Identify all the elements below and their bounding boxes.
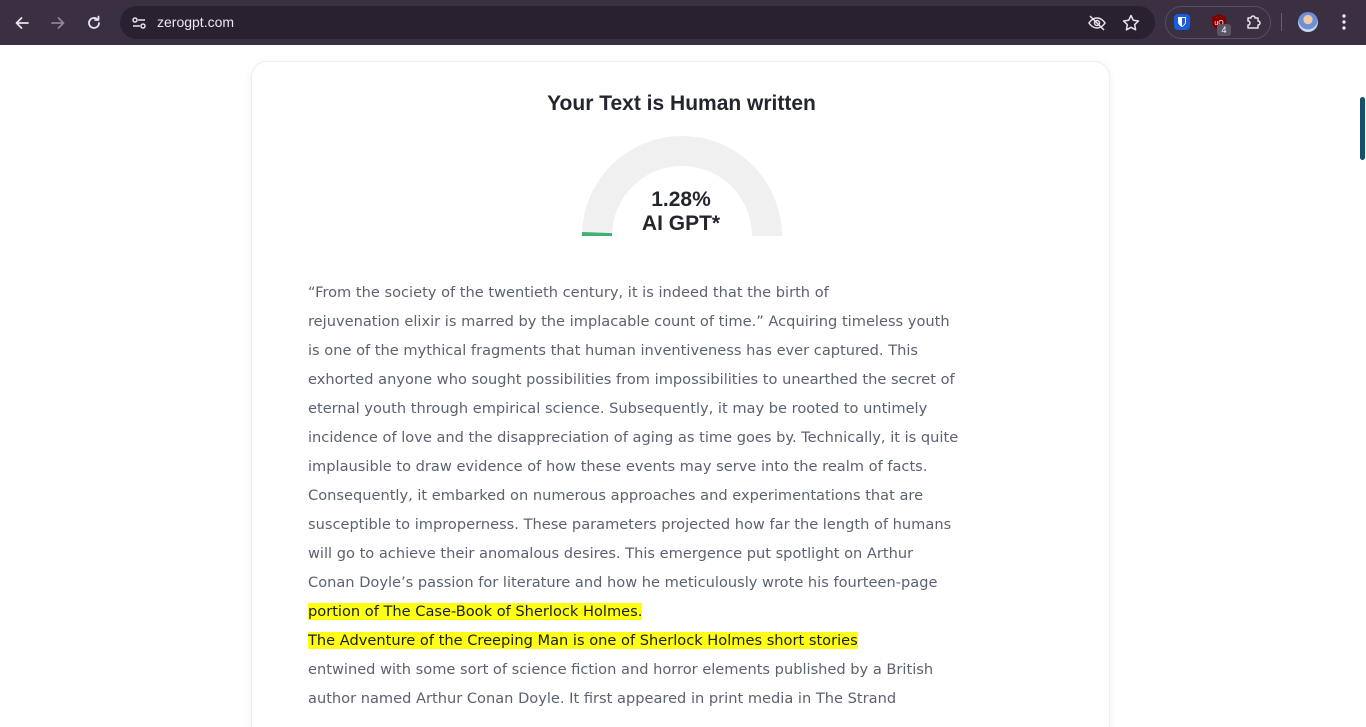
url-text[interactable]: zerogpt.com <box>157 14 234 30</box>
extensions-puzzle-icon[interactable] <box>1244 12 1264 32</box>
ai-highlighted-sentence: portion of The Case-Book of Sherlock Hol… <box>308 603 643 620</box>
toolbar-divider <box>1281 13 1282 31</box>
text-segment: Conan Doyle’s passion for literature and… <box>308 574 938 591</box>
browser-toolbar: zerogpt.com uO 4 <box>0 0 1366 45</box>
profile-avatar[interactable] <box>1298 12 1318 32</box>
text-segment: Consequently, it embarked on numerous ap… <box>308 487 924 504</box>
text-segment: entwined with some sort of science ficti… <box>308 661 934 678</box>
result-card: Your Text is Human written 1.28% AI GPT*… <box>251 61 1110 727</box>
analyzed-line: exhorted anyone who sought possibilities… <box>308 365 955 394</box>
text-segment: implausible to draw evidence of how thes… <box>308 458 928 475</box>
analyzed-line: The Adventure of the Creeping Man is one… <box>308 626 948 655</box>
analyzed-line: Consequently, it embarked on numerous ap… <box>308 481 948 510</box>
bitwarden-extension-icon[interactable] <box>1172 12 1192 32</box>
analyzed-line: will go to achieve their anomalous desir… <box>308 539 948 568</box>
result-title: Your Text is Human written <box>547 92 816 115</box>
ai-score-label: AI GPT* <box>641 212 721 235</box>
page-scrollbar[interactable] <box>1360 97 1365 160</box>
ai-score-percent: 1.28% <box>651 188 711 211</box>
analyzed-line: implausible to draw evidence of how thes… <box>308 452 948 481</box>
text-segment: author named Arthur Conan Doyle. It firs… <box>308 690 897 707</box>
text-segment: is one of the mythical fragments that hu… <box>308 342 919 359</box>
analyzed-line: portion of The Case-Book of Sherlock Hol… <box>308 597 948 626</box>
reload-icon[interactable] <box>80 9 108 37</box>
text-segment: exhorted anyone who sought possibilities… <box>308 371 955 388</box>
analyzed-line: “From the society of the twentieth centu… <box>308 278 948 307</box>
bookmark-star-icon[interactable] <box>1120 12 1142 34</box>
text-segment: susceptible to improperness. These param… <box>308 516 952 533</box>
analyzed-line: entwined with some sort of science ficti… <box>308 655 948 684</box>
site-info-icon[interactable] <box>128 12 150 34</box>
analyzed-line: incidence of love and the disappreciatio… <box>308 423 958 452</box>
ublock-badge: 4 <box>1217 24 1231 36</box>
menu-kebab-icon[interactable] <box>1334 12 1354 32</box>
text-segment: “From the society of the twentieth centu… <box>308 284 829 301</box>
analyzed-line: Conan Doyle’s passion for literature and… <box>308 568 948 597</box>
analyzed-text: “From the society of the twentieth centu… <box>308 278 958 713</box>
analyzed-line: is one of the mythical fragments that hu… <box>308 336 948 365</box>
analyzed-line: eternal youth through empirical science.… <box>308 394 948 423</box>
back-icon[interactable] <box>8 9 36 37</box>
text-segment: eternal youth through empirical science.… <box>308 400 928 417</box>
analyzed-line: author named Arthur Conan Doyle. It firs… <box>308 684 948 713</box>
analyzed-line: susceptible to improperness. These param… <box>308 510 952 539</box>
tracking-hidden-icon[interactable] <box>1086 12 1108 34</box>
text-segment: rejuvenation elixir is marred by the imp… <box>308 313 950 330</box>
text-segment: will go to achieve their anomalous desir… <box>308 545 914 562</box>
text-segment: incidence of love and the disappreciatio… <box>308 429 959 446</box>
analyzed-line: rejuvenation elixir is marred by the imp… <box>308 307 950 336</box>
forward-icon[interactable] <box>44 9 72 37</box>
address-bar[interactable]: zerogpt.com <box>120 6 1155 39</box>
ai-highlighted-sentence: The Adventure of the Creeping Man is one… <box>308 632 858 649</box>
